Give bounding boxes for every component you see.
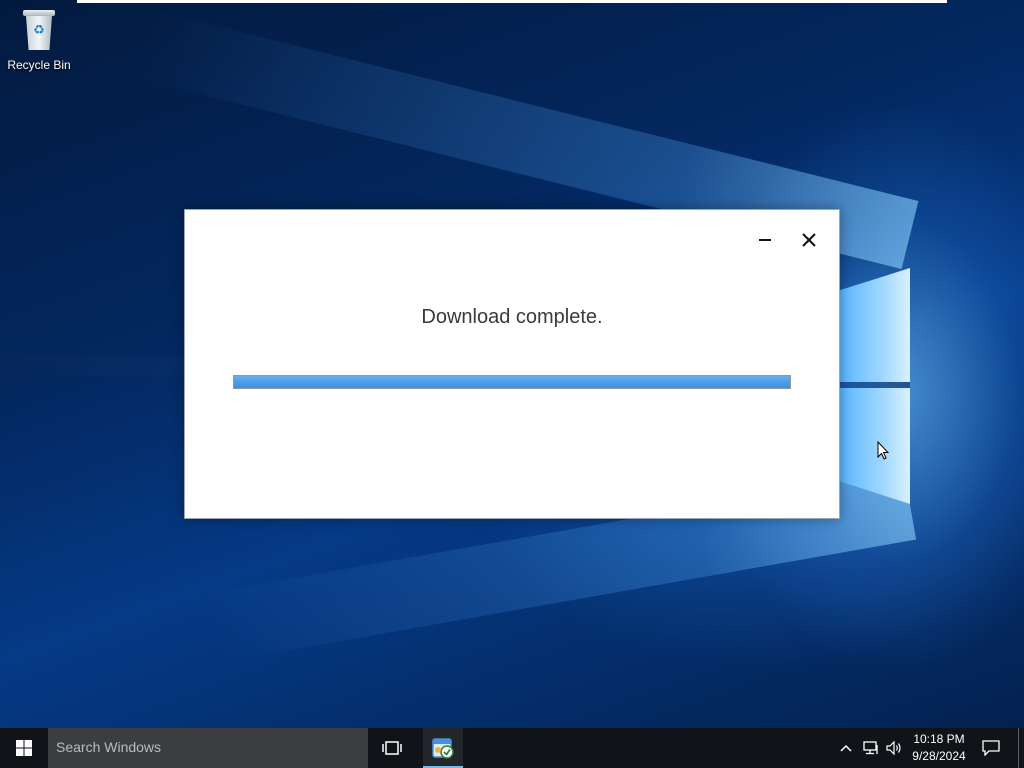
task-view-icon (382, 741, 402, 755)
show-hidden-icons-button[interactable] (836, 728, 856, 768)
close-button[interactable] (793, 224, 825, 256)
close-icon (802, 233, 816, 247)
volume-button[interactable] (884, 728, 906, 768)
taskbar-app-installer[interactable] (423, 728, 463, 768)
start-button[interactable] (0, 728, 48, 768)
clock-date: 9/28/2024 (912, 749, 966, 763)
desktop: ♻ Recycle Bin Download complete. (0, 0, 1024, 728)
search-placeholder: Search Windows (56, 739, 162, 755)
search-box[interactable]: Search Windows (48, 728, 368, 768)
installer-app-icon (432, 738, 454, 759)
task-view-button[interactable] (372, 728, 412, 768)
download-progress-bar (233, 375, 791, 389)
progress-bar-fill (234, 376, 790, 388)
windows-start-icon (16, 740, 32, 756)
action-center-icon (982, 740, 1000, 756)
desktop-icon-label: Recycle Bin (7, 58, 71, 72)
network-button[interactable] (860, 728, 882, 768)
download-dialog: Download complete. (184, 209, 840, 519)
top-window-edge (77, 0, 947, 3)
desktop-icon-recycle-bin[interactable]: ♻ Recycle Bin (4, 6, 74, 76)
mouse-cursor-icon (877, 441, 889, 460)
clock-time: 10:18 PM (913, 732, 965, 746)
taskbar: Search Windows 10:18 PM 9/28/2024 (0, 728, 1024, 768)
recycle-bin-icon: ♻ (21, 8, 57, 52)
show-desktop-button[interactable] (1018, 728, 1019, 768)
chevron-up-icon (840, 744, 852, 752)
system-clock[interactable]: 10:18 PM 9/28/2024 (906, 731, 972, 765)
network-icon (863, 741, 878, 755)
action-center-button[interactable] (976, 728, 1006, 768)
volume-icon (886, 741, 901, 755)
minimize-icon (759, 239, 771, 241)
wallpaper-windows-logo (838, 250, 912, 510)
minimize-button[interactable] (749, 224, 781, 256)
status-message: Download complete. (421, 306, 603, 328)
